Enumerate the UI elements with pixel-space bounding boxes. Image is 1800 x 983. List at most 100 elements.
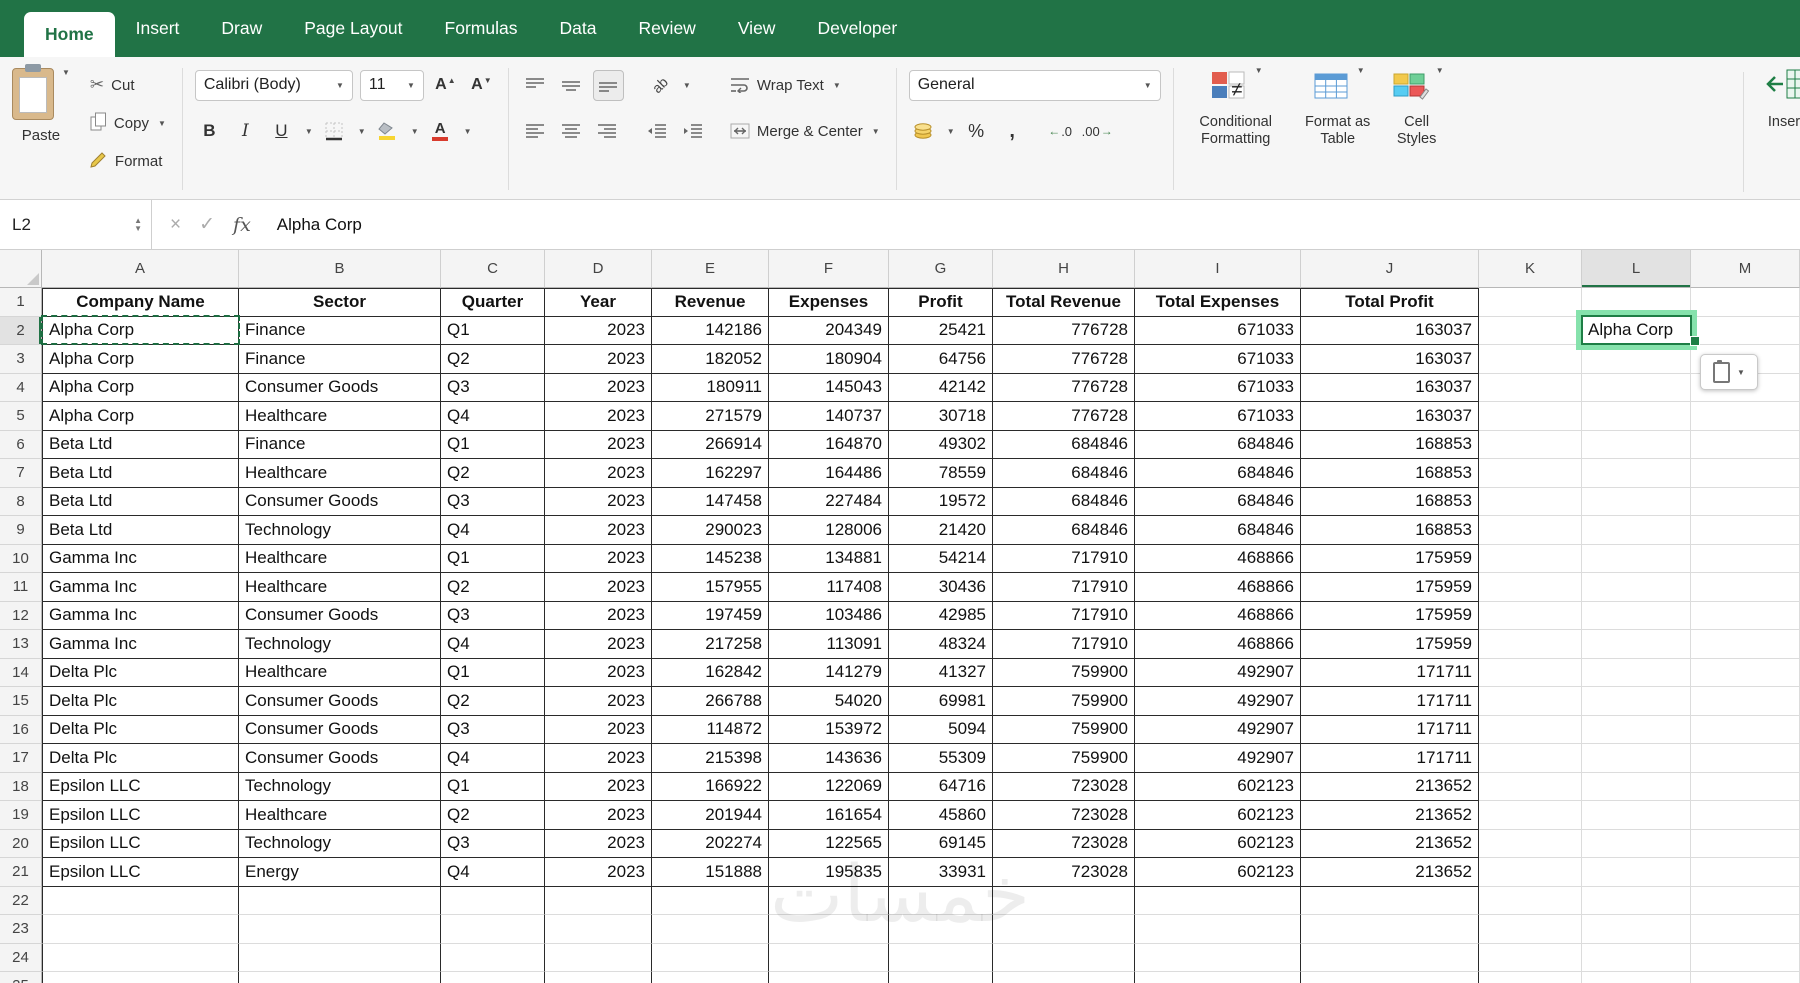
cell-L1[interactable]	[1582, 288, 1691, 317]
cell-K22[interactable]	[1479, 887, 1582, 916]
cell-L3[interactable]	[1582, 345, 1691, 374]
cell-A19[interactable]: Epsilon LLC	[42, 801, 239, 830]
cell-D13[interactable]: 2023	[545, 630, 652, 659]
align-middle-button[interactable]	[557, 71, 586, 100]
row-header-6[interactable]: 6	[0, 431, 42, 460]
cell-M12[interactable]	[1691, 602, 1800, 631]
cell-E11[interactable]: 157955	[652, 573, 769, 602]
cell-M11[interactable]	[1691, 573, 1800, 602]
cell-H22[interactable]	[993, 887, 1135, 916]
tab-home[interactable]: Home	[24, 12, 115, 57]
cell-I24[interactable]	[1135, 944, 1301, 973]
cell-C2[interactable]: Q1	[441, 317, 545, 346]
cell-E22[interactable]	[652, 887, 769, 916]
cell-B2[interactable]: Finance	[239, 317, 441, 346]
cell-E14[interactable]: 162842	[652, 659, 769, 688]
cell-F12[interactable]: 103486	[769, 602, 889, 631]
row-header-18[interactable]: 18	[0, 773, 42, 802]
paste-options-button[interactable]: ▼	[1700, 354, 1758, 390]
cell-K24[interactable]	[1479, 944, 1582, 973]
cell-D20[interactable]: 2023	[545, 830, 652, 859]
cell-C21[interactable]: Q4	[441, 858, 545, 887]
cell-B4[interactable]: Consumer Goods	[239, 374, 441, 403]
font-name-select[interactable]: Calibri (Body)▼	[195, 70, 353, 101]
cell-G23[interactable]	[889, 915, 993, 944]
row-header-22[interactable]: 22	[0, 887, 42, 916]
cell-E15[interactable]: 266788	[652, 687, 769, 716]
cell-A2[interactable]: Alpha Corp	[42, 317, 239, 346]
cell-M22[interactable]	[1691, 887, 1800, 916]
cell-A14[interactable]: Delta Plc	[42, 659, 239, 688]
cell-H24[interactable]	[993, 944, 1135, 973]
cell-A21[interactable]: Epsilon LLC	[42, 858, 239, 887]
cell-I7[interactable]: 684846	[1135, 459, 1301, 488]
cell-K18[interactable]	[1479, 773, 1582, 802]
select-all-corner[interactable]	[0, 250, 42, 288]
fill-handle[interactable]	[1690, 336, 1700, 346]
increase-indent-button[interactable]	[679, 117, 708, 146]
cell-J12[interactable]: 175959	[1301, 602, 1479, 631]
cell-I14[interactable]: 492907	[1135, 659, 1301, 688]
cell-E3[interactable]: 182052	[652, 345, 769, 374]
comma-style-button[interactable]: ,	[998, 117, 1027, 146]
cell-M7[interactable]	[1691, 459, 1800, 488]
cell-A5[interactable]: Alpha Corp	[42, 402, 239, 431]
cell-B1[interactable]: Sector	[239, 288, 441, 317]
cell-C9[interactable]: Q4	[441, 516, 545, 545]
cell-H18[interactable]: 723028	[993, 773, 1135, 802]
row-header-21[interactable]: 21	[0, 858, 42, 887]
cell-H19[interactable]: 723028	[993, 801, 1135, 830]
cell-J16[interactable]: 171711	[1301, 716, 1479, 745]
cell-D11[interactable]: 2023	[545, 573, 652, 602]
cell-H20[interactable]: 723028	[993, 830, 1135, 859]
percent-style-button[interactable]: %	[962, 117, 991, 146]
cell-G17[interactable]: 55309	[889, 744, 993, 773]
font-color-button[interactable]: A	[426, 117, 455, 146]
cell-G18[interactable]: 64716	[889, 773, 993, 802]
cell-M17[interactable]	[1691, 744, 1800, 773]
cell-H13[interactable]: 717910	[993, 630, 1135, 659]
cell-G4[interactable]: 42142	[889, 374, 993, 403]
cell-I6[interactable]: 684846	[1135, 431, 1301, 460]
cell-L17[interactable]	[1582, 744, 1691, 773]
cell-D19[interactable]: 2023	[545, 801, 652, 830]
cell-I5[interactable]: 671033	[1135, 402, 1301, 431]
cell-G10[interactable]: 54214	[889, 545, 993, 574]
cell-D23[interactable]	[545, 915, 652, 944]
cell-F18[interactable]: 122069	[769, 773, 889, 802]
cell-H7[interactable]: 684846	[993, 459, 1135, 488]
cell-B10[interactable]: Healthcare	[239, 545, 441, 574]
cell-B14[interactable]: Healthcare	[239, 659, 441, 688]
column-header-A[interactable]: A	[42, 250, 239, 288]
cell-A22[interactable]	[42, 887, 239, 916]
cell-J4[interactable]: 163037	[1301, 374, 1479, 403]
cell-A15[interactable]: Delta Plc	[42, 687, 239, 716]
conditional-formatting-caret[interactable]: ▼	[1255, 66, 1263, 75]
row-header-16[interactable]: 16	[0, 716, 42, 745]
cell-K10[interactable]	[1479, 545, 1582, 574]
cell-B9[interactable]: Technology	[239, 516, 441, 545]
cell-C15[interactable]: Q2	[441, 687, 545, 716]
cell-G24[interactable]	[889, 944, 993, 973]
cell-I4[interactable]: 671033	[1135, 374, 1301, 403]
cell-G5[interactable]: 30718	[889, 402, 993, 431]
column-header-E[interactable]: E	[652, 250, 769, 288]
cell-E10[interactable]: 145238	[652, 545, 769, 574]
cell-F11[interactable]: 117408	[769, 573, 889, 602]
row-header-13[interactable]: 13	[0, 630, 42, 659]
cell-C22[interactable]	[441, 887, 545, 916]
cell-C5[interactable]: Q4	[441, 402, 545, 431]
cell-D22[interactable]	[545, 887, 652, 916]
cell-I1[interactable]: Total Expenses	[1135, 288, 1301, 317]
cell-L16[interactable]	[1582, 716, 1691, 745]
cell-E7[interactable]: 162297	[652, 459, 769, 488]
cell-C19[interactable]: Q2	[441, 801, 545, 830]
number-format-select[interactable]: General▼	[909, 70, 1161, 101]
cell-K21[interactable]	[1479, 858, 1582, 887]
cell-E21[interactable]: 151888	[652, 858, 769, 887]
cell-M6[interactable]	[1691, 431, 1800, 460]
cell-J24[interactable]	[1301, 944, 1479, 973]
cell-D9[interactable]: 2023	[545, 516, 652, 545]
cell-L18[interactable]	[1582, 773, 1691, 802]
cell-D21[interactable]: 2023	[545, 858, 652, 887]
